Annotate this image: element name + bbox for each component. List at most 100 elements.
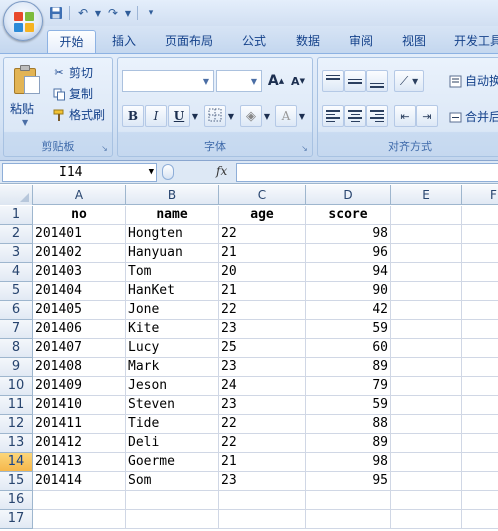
tab-data[interactable]: 数据 xyxy=(286,30,330,53)
cell-b[interactable]: Kite xyxy=(126,320,219,339)
cell-e[interactable] xyxy=(391,453,462,472)
paste-dropdown-icon[interactable]: ▼ xyxy=(22,118,28,127)
cell-b[interactable]: Jone xyxy=(126,301,219,320)
row-header[interactable]: 10 xyxy=(0,377,33,396)
cell-c[interactable]: 25 xyxy=(219,339,306,358)
row-header[interactable]: 1 xyxy=(0,206,33,225)
formula-bar-resize-handle[interactable] xyxy=(162,164,174,180)
font-color-dropdown-icon[interactable]: ▼ xyxy=(297,105,307,127)
undo-dropdown-icon[interactable]: ▼ xyxy=(94,5,102,21)
font-name-dropdown-icon[interactable]: ▼ xyxy=(200,72,212,90)
cell-b[interactable]: Hongten xyxy=(126,225,219,244)
row-header[interactable]: 11 xyxy=(0,396,33,415)
cell-e[interactable] xyxy=(391,263,462,282)
merge-center-button[interactable]: 合并后 xyxy=(448,108,498,126)
fill-color-dropdown-icon[interactable]: ▼ xyxy=(262,105,272,127)
column-header-e[interactable]: E xyxy=(391,185,462,205)
font-name-combo[interactable]: ▼ xyxy=(122,70,214,92)
row-header[interactable]: 15 xyxy=(0,472,33,491)
cell-b[interactable]: Goerme xyxy=(126,453,219,472)
cell-f[interactable] xyxy=(462,339,498,358)
cell-b[interactable]: Steven xyxy=(126,396,219,415)
cell-a[interactable]: no xyxy=(33,206,126,225)
select-all-corner[interactable] xyxy=(0,185,33,205)
cell-f[interactable] xyxy=(462,263,498,282)
cell-d[interactable]: 42 xyxy=(306,301,391,320)
office-button[interactable] xyxy=(3,1,43,41)
cell-c[interactable]: 22 xyxy=(219,225,306,244)
cell-d[interactable] xyxy=(306,510,391,529)
row-header[interactable]: 8 xyxy=(0,339,33,358)
cell-e[interactable] xyxy=(391,320,462,339)
cell-b[interactable]: Hanyuan xyxy=(126,244,219,263)
row-header[interactable]: 6 xyxy=(0,301,33,320)
row-header[interactable]: 9 xyxy=(0,358,33,377)
cell-d[interactable]: 89 xyxy=(306,434,391,453)
cell-c[interactable]: 22 xyxy=(219,434,306,453)
row-header[interactable]: 4 xyxy=(0,263,33,282)
name-box[interactable]: I14 ▼ xyxy=(2,163,157,182)
cell-c[interactable]: 23 xyxy=(219,358,306,377)
cell-d[interactable]: 88 xyxy=(306,415,391,434)
cell-f[interactable] xyxy=(462,320,498,339)
cell-e[interactable] xyxy=(391,206,462,225)
row-header[interactable]: 16 xyxy=(0,491,33,510)
cell-e[interactable] xyxy=(391,301,462,320)
cell-f[interactable] xyxy=(462,358,498,377)
paste-button[interactable]: 粘贴 xyxy=(10,100,34,117)
cell-b[interactable]: Tom xyxy=(126,263,219,282)
font-size-dropdown-icon[interactable]: ▼ xyxy=(248,72,260,90)
cell-a[interactable]: 201411 xyxy=(33,415,126,434)
row-header[interactable]: 2 xyxy=(0,225,33,244)
row-header[interactable]: 7 xyxy=(0,320,33,339)
cell-d[interactable]: 98 xyxy=(306,225,391,244)
cell-d[interactable]: 89 xyxy=(306,358,391,377)
cell-c[interactable]: 24 xyxy=(219,377,306,396)
cell-f[interactable] xyxy=(462,225,498,244)
font-color-button[interactable]: A xyxy=(275,105,297,127)
cell-a[interactable]: 201403 xyxy=(33,263,126,282)
tab-view[interactable]: 视图 xyxy=(392,30,436,53)
cell-a[interactable]: 201407 xyxy=(33,339,126,358)
cut-button[interactable]: ✂ 剪切 xyxy=(52,64,93,82)
align-left-button[interactable] xyxy=(322,105,344,127)
cell-d[interactable]: score xyxy=(306,206,391,225)
cell-a[interactable]: 201414 xyxy=(33,472,126,491)
cell-d[interactable] xyxy=(306,491,391,510)
insert-function-button[interactable]: fx xyxy=(216,164,227,178)
cell-b[interactable]: HanKet xyxy=(126,282,219,301)
cell-c[interactable]: 21 xyxy=(219,282,306,301)
cell-b[interactable] xyxy=(126,491,219,510)
format-painter-button[interactable]: 格式刷 xyxy=(52,106,105,124)
cell-e[interactable] xyxy=(391,339,462,358)
row-header[interactable]: 5 xyxy=(0,282,33,301)
tab-developer[interactable]: 开发工具 xyxy=(446,30,498,53)
cell-f[interactable] xyxy=(462,244,498,263)
align-bottom-button[interactable] xyxy=(366,70,388,92)
cell-d[interactable]: 98 xyxy=(306,453,391,472)
italic-button[interactable]: I xyxy=(145,105,167,127)
name-box-dropdown-icon[interactable]: ▼ xyxy=(149,164,154,181)
cell-a[interactable]: 201402 xyxy=(33,244,126,263)
cell-f[interactable] xyxy=(462,206,498,225)
cell-b[interactable] xyxy=(126,510,219,529)
cell-d[interactable]: 96 xyxy=(306,244,391,263)
cell-c[interactable]: 23 xyxy=(219,472,306,491)
cell-d[interactable]: 60 xyxy=(306,339,391,358)
bold-button[interactable]: B xyxy=(122,105,144,127)
shrink-font-button[interactable]: A ▼ xyxy=(288,70,308,92)
borders-button[interactable] xyxy=(204,105,226,127)
column-header-d[interactable]: D xyxy=(306,185,391,205)
formula-input[interactable] xyxy=(236,163,498,182)
cell-b[interactable]: Deli xyxy=(126,434,219,453)
font-launcher-icon[interactable]: ↘ xyxy=(300,144,309,153)
cell-c[interactable]: 21 xyxy=(219,244,306,263)
tab-review[interactable]: 审阅 xyxy=(339,30,383,53)
cell-b[interactable]: Tide xyxy=(126,415,219,434)
cell-b[interactable]: Mark xyxy=(126,358,219,377)
underline-dropdown-icon[interactable]: ▼ xyxy=(190,105,200,127)
cell-e[interactable] xyxy=(391,510,462,529)
cell-d[interactable]: 90 xyxy=(306,282,391,301)
cell-c[interactable] xyxy=(219,491,306,510)
column-header-b[interactable]: B xyxy=(126,185,219,205)
